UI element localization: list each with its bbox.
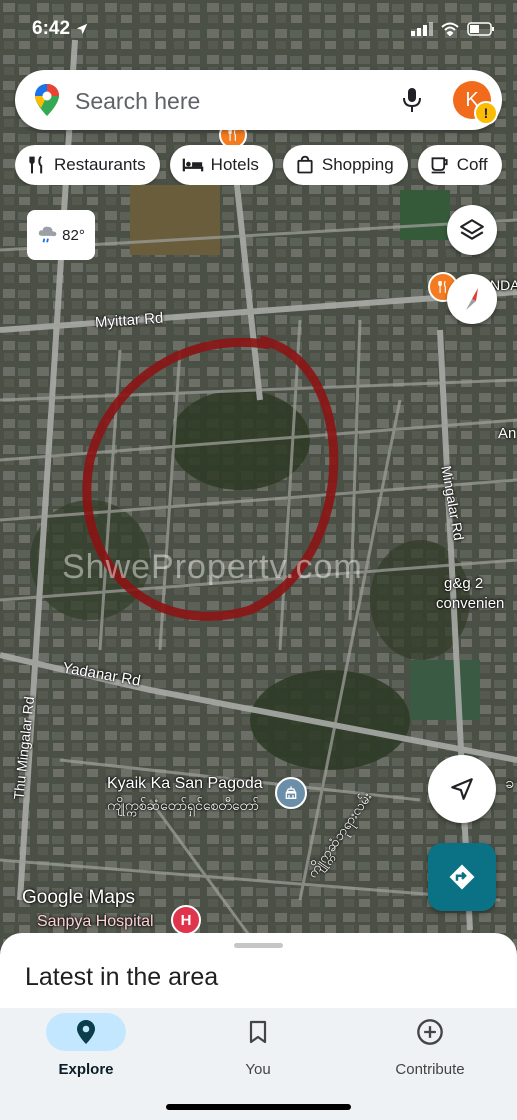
layers-button[interactable] xyxy=(447,205,497,255)
place-label-gg-line1: g&g 2 xyxy=(444,575,484,592)
location-arrow-icon xyxy=(77,23,88,35)
hospital-badge: H xyxy=(180,911,192,929)
search-placeholder: Search here xyxy=(75,88,201,114)
hotel-icon xyxy=(182,158,203,172)
nav-you-pill xyxy=(218,1013,298,1051)
status-bar: 6:42 xyxy=(0,0,517,60)
wifi-icon xyxy=(441,22,459,36)
road-label-an: An xyxy=(498,425,517,442)
sheet-drag-handle[interactable] xyxy=(234,943,283,948)
google-maps-pin-icon xyxy=(35,84,59,116)
chip-label: Restaurants xyxy=(54,155,146,174)
temple-icon xyxy=(285,786,297,799)
microphone-icon[interactable] xyxy=(402,87,422,113)
place-label-gg: g&g 2 convenien xyxy=(436,574,504,614)
hospital-poi-marker[interactable]: H xyxy=(171,905,201,935)
chip-restaurants[interactable]: Restaurants xyxy=(15,145,160,185)
signal-icon xyxy=(411,22,433,36)
nav-label: Explore xyxy=(58,1061,114,1078)
place-label-burmese-right: ခ xyxy=(505,775,514,792)
add-circle-icon xyxy=(417,1019,443,1045)
weather-widget[interactable]: 82° xyxy=(27,210,95,260)
home-indicator xyxy=(166,1104,351,1110)
nav-label: You xyxy=(245,1061,271,1078)
place-label-gg-line2: convenien xyxy=(436,595,505,612)
pagoda-poi-marker[interactable] xyxy=(275,777,307,809)
chip-hotels[interactable]: Hotels xyxy=(169,145,273,185)
place-label-pagoda-my: ကျိုက္ကစ်ဆံတော်ရှင်စေတီတော် xyxy=(107,797,259,813)
search-bar[interactable]: Search here K ! xyxy=(15,70,502,130)
nav-explore[interactable]: Explore xyxy=(11,1013,161,1078)
battery-icon xyxy=(467,22,494,36)
watermark: ShwePropertv.com xyxy=(62,548,363,586)
nav-contribute[interactable]: Contribute xyxy=(355,1013,505,1078)
compass-icon xyxy=(466,288,478,310)
bookmark-icon xyxy=(249,1020,267,1044)
sheet-title: Latest in the area xyxy=(25,963,219,991)
nav-explore-pill xyxy=(46,1013,126,1051)
layers-icon xyxy=(460,219,484,240)
directions-icon xyxy=(449,864,475,890)
bottom-sheet[interactable]: Latest in the area xyxy=(0,933,517,1013)
category-chips: Restaurants Hotels Shopping Coff xyxy=(15,145,517,185)
weather-temperature: 82° xyxy=(62,226,85,244)
cloud-rain-icon xyxy=(38,226,57,243)
directions-button[interactable] xyxy=(428,843,496,911)
warning-badge-icon: ! xyxy=(474,101,498,125)
status-time: 6:42 xyxy=(32,18,89,40)
chip-shopping[interactable]: Shopping xyxy=(282,145,408,185)
status-icons xyxy=(411,22,495,36)
fork-knife-icon xyxy=(228,128,236,141)
nav-contribute-pill xyxy=(390,1013,470,1051)
nav-label: Contribute xyxy=(395,1061,465,1078)
place-label-hospital: Sanpya Hospital xyxy=(37,913,154,930)
google-maps-logo: Google Maps xyxy=(22,887,136,908)
navigation-arrow-icon xyxy=(451,778,473,800)
my-location-button[interactable] xyxy=(428,755,496,823)
chip-label: Shopping xyxy=(321,155,394,174)
nav-you[interactable]: You xyxy=(183,1013,333,1078)
restaurant-icon xyxy=(29,155,43,174)
shopping-bag-icon xyxy=(297,155,313,174)
status-time-text: 6:42 xyxy=(32,18,71,39)
chip-coffee[interactable]: Coff xyxy=(417,145,502,185)
location-pin-icon xyxy=(77,1020,95,1044)
coffee-icon xyxy=(431,157,448,174)
chip-label: Coff xyxy=(456,155,488,174)
compass-button[interactable] xyxy=(447,274,497,324)
chip-label: Hotels xyxy=(210,155,259,174)
place-label-pagoda-en: Kyaik Ka San Pagoda xyxy=(107,775,263,792)
